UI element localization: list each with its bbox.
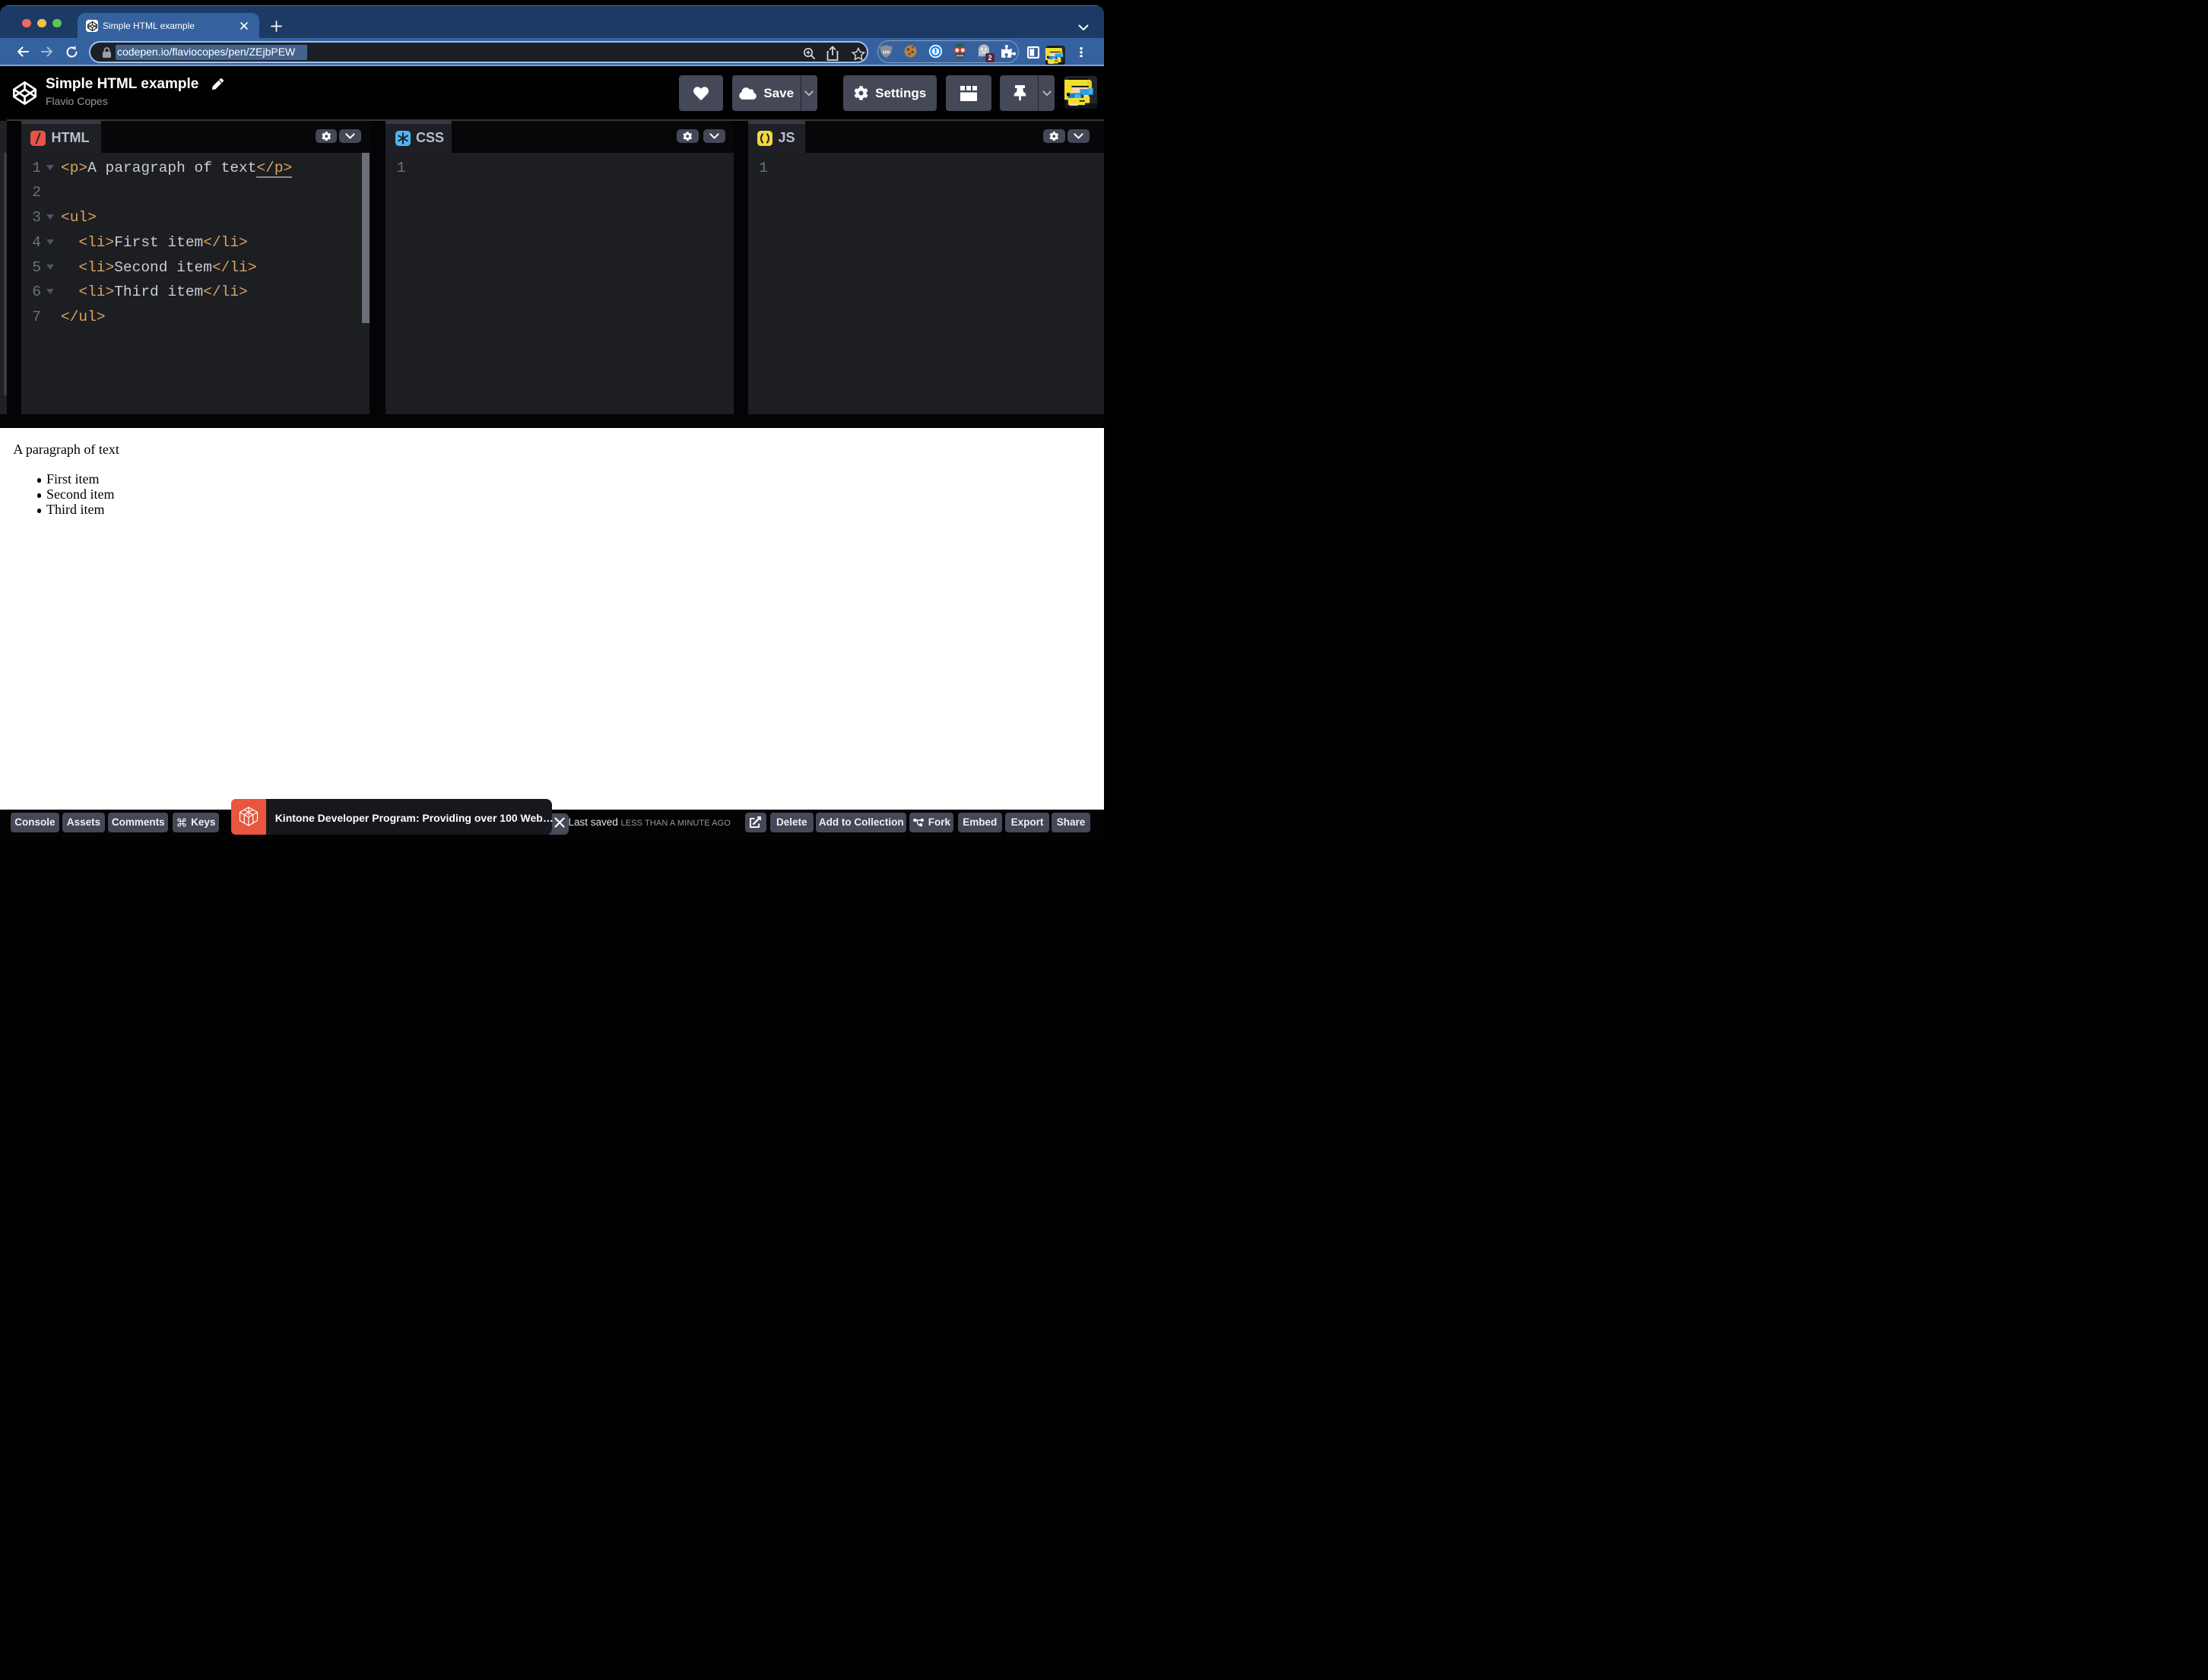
svg-text:uo: uo bbox=[883, 49, 890, 55]
